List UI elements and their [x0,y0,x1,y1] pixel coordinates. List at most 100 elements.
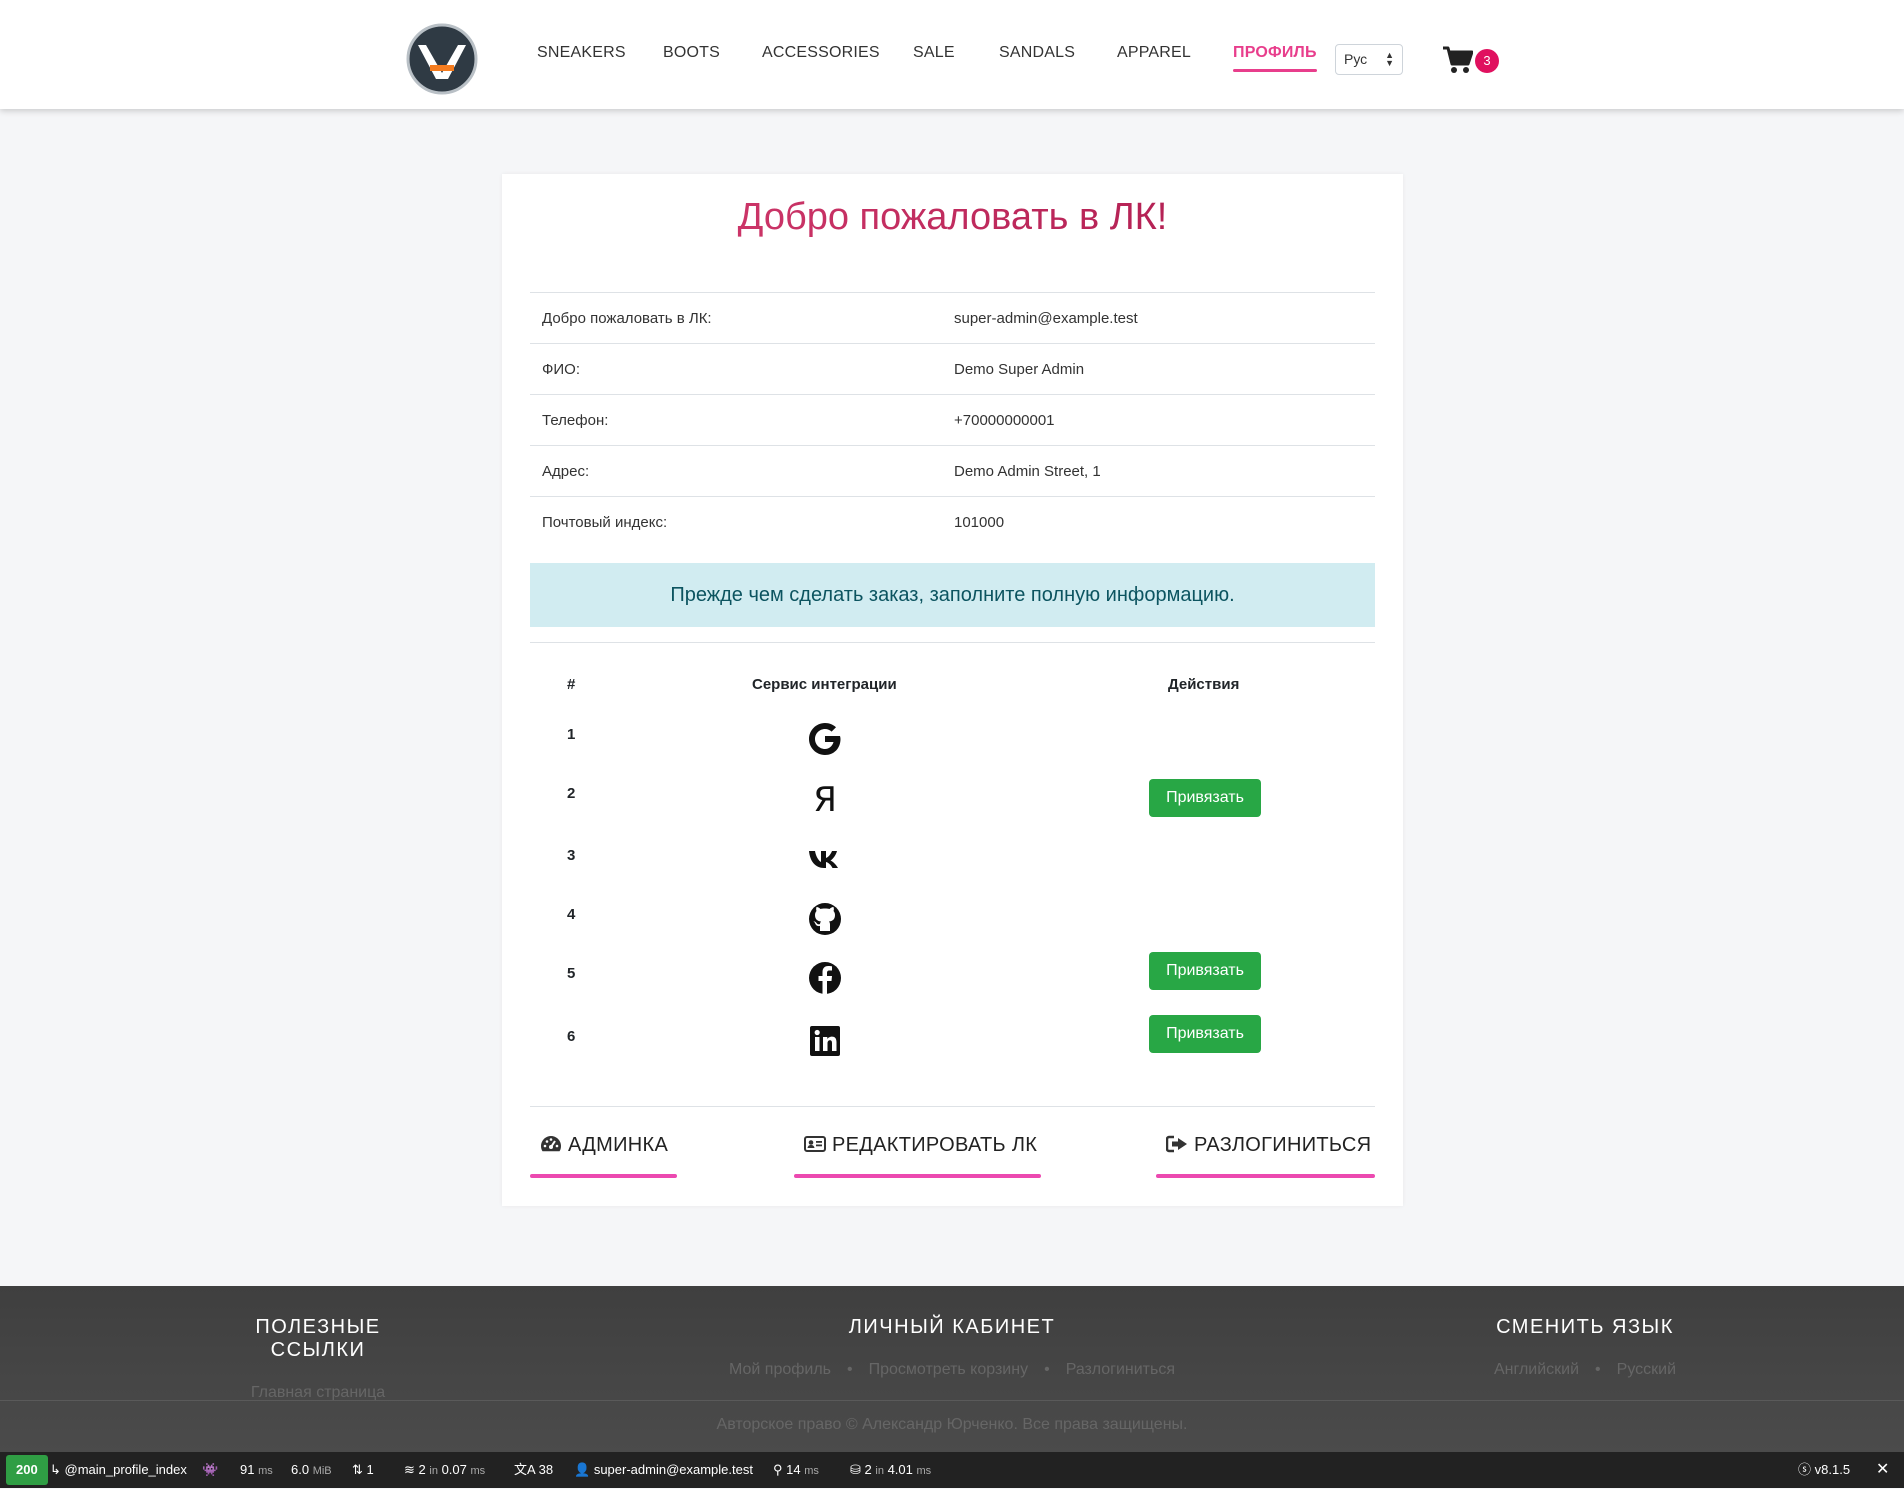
user-info[interactable]: 👤 super-admin@example.test [574,1452,753,1488]
footer-link-logout[interactable]: Разлогиниться [1066,1361,1175,1378]
row-number: 2 [567,785,576,802]
logout-link[interactable]: РАЗЛОГИНИТЬСЯ [1156,1134,1375,1178]
row-label: Добро пожаловать в ЛК: [530,292,942,344]
footer-link-profile[interactable]: Мой профиль [729,1361,831,1378]
footer-account: ЛИЧНЫЙ КАБИНЕТ Мой профиль • Просмотреть к… [652,1316,1252,1379]
templates-info[interactable]: ≋ 2 in 0.07 ms [404,1452,485,1488]
row-number: 5 [567,965,576,982]
cache-info[interactable]: ⚲ 14 ms [773,1452,819,1488]
nav-apparel[interactable]: APPAREL [1117,44,1191,62]
table-row: Телефон: +70000000001 [530,394,1375,446]
profile-info-table: Добро пожаловать в ЛК: super-admin@examp… [530,292,1375,547]
translate-icon: 文A [514,1462,535,1477]
admin-link-label: АДМИНКА [568,1134,669,1156]
cache-icon: ⚲ [773,1462,783,1477]
edit-profile-link[interactable]: РЕДАКТИРОВАТЬ ЛК [794,1134,1041,1178]
footer-useful-links: ПОЛЕЗНЫЕ ССЫЛКИ Главная страница [208,1316,428,1402]
templates-in: in [429,1465,438,1477]
database-icon: ⛁ [850,1462,861,1477]
site-footer: ПОЛЕЗНЫЕ ССЫЛКИ Главная страница ЛИЧНЫЙ … [0,1286,1904,1452]
footer-link-cart[interactable]: Просмотреть корзину [869,1361,1028,1378]
requests-info[interactable]: ⇅ 1 [352,1452,374,1488]
translations-value: 38 [538,1462,554,1477]
db-in: in [875,1465,884,1477]
route-name: @main_profile_index [64,1462,187,1477]
bind-linkedin-button[interactable]: Привязать [1149,1015,1261,1053]
cart-icon[interactable] [1443,46,1473,74]
templates-unit: ms [470,1465,486,1477]
db-count: 2 [864,1462,872,1477]
ghost-icon[interactable]: 👾 [202,1452,218,1488]
nav-sneakers[interactable]: SNEAKERS [537,44,626,62]
row-value: super-admin@example.test [942,292,1375,344]
table-row: Почтовый индекс: 101000 [530,496,1375,547]
link-underline [1156,1174,1375,1178]
bind-facebook-button[interactable]: Привязать [1149,952,1261,990]
row-label: Почтовый индекс: [530,496,942,547]
github-icon [809,903,841,935]
footer-link-russian[interactable]: Русский [1617,1361,1676,1378]
integration-row-yandex: 2 Я Привязать [502,778,1403,828]
memory-info[interactable]: 6.0 MiB [291,1452,332,1488]
facebook-icon [809,962,841,994]
time-info[interactable]: 91 ms [240,1452,273,1488]
vk-icon [809,851,838,868]
cache-value: 14 [786,1462,801,1477]
integration-row-vk: 3 [502,840,1403,890]
route-info[interactable]: ↳ @main_profile_index [50,1452,187,1488]
dashboard-icon [541,1136,561,1152]
select-arrows-icon: ▲ ▼ [1385,50,1394,68]
row-value: Demo Super Admin [942,343,1375,395]
row-label: ФИО: [530,343,942,395]
integration-row-github: 4 [502,899,1403,949]
memory-value: 6.0 [291,1462,310,1477]
id-card-icon [804,1136,826,1152]
layers-icon: ≋ [404,1462,415,1477]
symfony-version[interactable]: ⓢ v8.1.5 [1798,1452,1850,1488]
link-underline [530,1174,677,1178]
row-number: 1 [567,726,576,743]
nav-sandals[interactable]: SANDALS [999,44,1075,62]
row-value: 101000 [942,496,1375,547]
footer-heading: СМЕНИТЬ ЯЗЫК [1496,1316,1674,1338]
profile-card: Добро пожаловать в ЛК! Добро пожаловать … [502,174,1403,1206]
nav-accessories[interactable]: ACCESSORIES [762,44,880,62]
footer-heading: ЛИЧНЫЙ КАБИНЕТ [848,1316,1056,1338]
page-title: Добро пожаловать в ЛК! [502,196,1403,239]
row-number: 4 [567,906,576,923]
translations-info[interactable]: 文A 38 [514,1452,553,1488]
database-info[interactable]: ⛁ 2 in 4.01 ms [850,1452,931,1488]
integration-row-google: 1 [502,719,1403,769]
integrations-header-service: Сервис интеграции [752,676,897,693]
time-unit: ms [258,1465,273,1477]
nav-sale[interactable]: SALE [913,44,955,62]
row-number: 6 [567,1028,576,1045]
nav-profile[interactable]: ПРОФИЛЬ [1233,44,1317,72]
separator-dot: • [1595,1361,1601,1378]
time-value: 91 [240,1462,255,1477]
bind-yandex-button[interactable]: Привязать [1149,779,1261,817]
cache-unit: ms [804,1465,819,1477]
logout-link-label: РАЗЛОГИНИТЬСЯ [1194,1134,1372,1156]
admin-link[interactable]: АДМИНКА [530,1134,677,1178]
status-code-badge[interactable]: 200 [6,1455,48,1485]
edit-profile-link-label: РЕДАКТИРОВАТЬ ЛК [832,1134,1038,1156]
templates-count: 2 [418,1462,426,1477]
link-underline [794,1174,1041,1178]
integration-row-facebook: 5 Привязать [502,952,1403,1008]
separator-dot: • [1044,1361,1050,1378]
footer-heading: ПОЛЕЗНЫЕ ССЫЛКИ [255,1316,381,1361]
table-row: Добро пожаловать в ЛК: super-admin@examp… [530,292,1375,344]
close-toolbar-icon[interactable]: ✕ [1876,1452,1889,1488]
separator-dot: • [847,1361,853,1378]
footer-link-home[interactable]: Главная страница [251,1384,385,1401]
footer-link-english[interactable]: Английский [1494,1361,1579,1378]
nav-boots[interactable]: BOOTS [663,44,720,62]
row-label: Телефон: [530,394,942,446]
row-value: +70000000001 [942,394,1375,446]
symfony-logo-icon: ⓢ [1798,1462,1812,1477]
site-logo[interactable] [406,23,478,95]
row-value: Demo Admin Street, 1 [942,445,1375,497]
user-icon: 👤 [574,1462,591,1477]
language-select[interactable]: Рус ▲ ▼ [1335,44,1403,75]
